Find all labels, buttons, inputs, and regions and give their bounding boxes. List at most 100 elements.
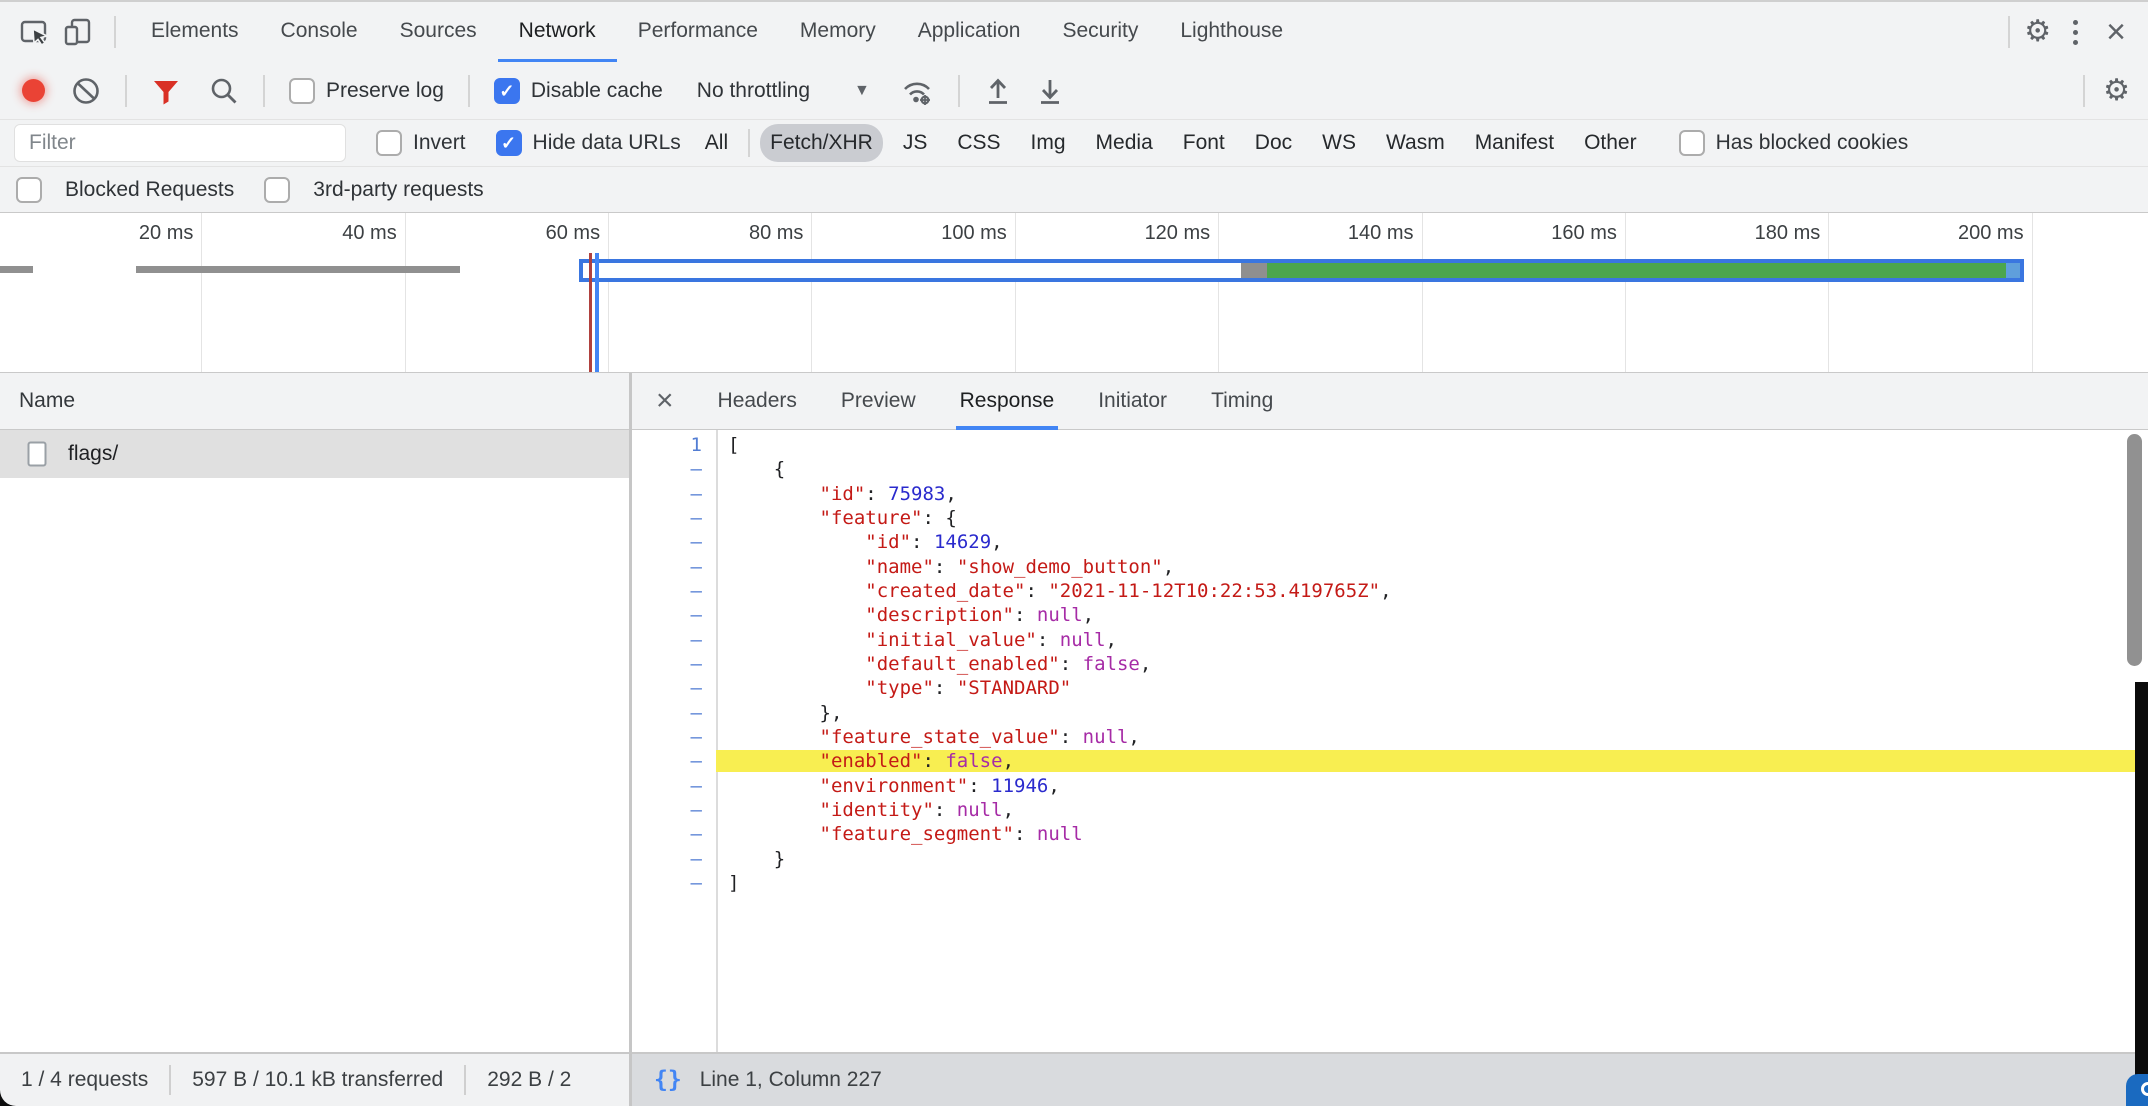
resource-type-filters: All Fetch/XHR JSCSS Img Media Font Doc WS Wasm Ma… bbox=[695, 124, 1647, 162]
has-blocked-cookies-label: Has blocked cookies bbox=[1716, 131, 1909, 155]
dom-content-loaded-line bbox=[595, 253, 599, 372]
code-text: "name": "show_demo_button", bbox=[716, 556, 2148, 578]
devtools-window: ElementsConsoleSourcesNetworkPerformance… bbox=[0, 0, 2148, 1106]
details-tab-bar: × Headers Preview Response Initiator Timing bbox=[632, 373, 2148, 430]
main-tab-elements[interactable]: Elements bbox=[130, 1, 260, 63]
close-devtools-icon[interactable]: × bbox=[2100, 15, 2132, 49]
load-event-line bbox=[589, 253, 592, 372]
resource-type-doc[interactable]: Doc bbox=[1245, 124, 1302, 162]
throttling-select[interactable]: No throttling bbox=[697, 79, 810, 103]
invert-checkbox[interactable] bbox=[376, 130, 402, 156]
code-text: }, bbox=[716, 702, 2148, 724]
disable-cache-checkbox[interactable] bbox=[494, 78, 520, 104]
hide-data-urls-checkbox[interactable] bbox=[496, 130, 522, 156]
third-party-checkbox[interactable] bbox=[264, 177, 290, 203]
line-number: – bbox=[632, 823, 716, 845]
details-tab-initiator[interactable]: Initiator bbox=[1094, 373, 1171, 430]
more-options-icon[interactable] bbox=[2065, 16, 2086, 49]
response-line: – "feature_state_value": null, bbox=[632, 725, 2148, 749]
requests-summary-bar: 1 / 4 requests597 B / 10.1 kB transferre… bbox=[0, 1052, 629, 1106]
blocked-requests-label: Blocked Requests bbox=[65, 178, 234, 202]
toolbar-divider bbox=[2083, 75, 2085, 107]
device-toolbar-icon[interactable] bbox=[64, 16, 96, 48]
response-line: 1[ bbox=[632, 433, 2148, 457]
preserve-log-checkbox[interactable] bbox=[289, 78, 315, 104]
cursor-position-label: Line 1, Column 227 bbox=[700, 1068, 882, 1092]
record-network-log-button[interactable] bbox=[22, 79, 45, 102]
details-tab-timing[interactable]: Timing bbox=[1207, 373, 1277, 430]
clear-network-log-icon[interactable] bbox=[71, 76, 101, 106]
request-phase-waiting bbox=[583, 263, 1242, 278]
resource-type-wasm[interactable]: Wasm bbox=[1376, 124, 1455, 162]
request-options-row: Blocked Requests 3rd-party requests bbox=[0, 167, 2148, 213]
main-tab-memory[interactable]: Memory bbox=[779, 1, 897, 63]
response-line: –] bbox=[632, 871, 2148, 895]
response-line: – "name": "show_demo_button", bbox=[632, 555, 2148, 579]
overview-timeline[interactable]: 20 ms40 ms60 ms80 ms100 ms120 ms140 ms16… bbox=[0, 213, 2148, 373]
resource-type-fetch-xhr[interactable]: Fetch/XHR bbox=[760, 124, 883, 162]
response-line: – "initial_value": null, bbox=[632, 628, 2148, 652]
resource-type-img[interactable]: Img bbox=[1021, 124, 1076, 162]
details-tab-response[interactable]: Response bbox=[956, 373, 1059, 430]
vertical-scrollbar[interactable] bbox=[2127, 434, 2142, 666]
tabbar-right-controls: ⚙ × bbox=[2008, 15, 2148, 49]
requests-table: Name flags/ bbox=[0, 373, 629, 1052]
main-tab-sources[interactable]: Sources bbox=[379, 1, 498, 63]
network-settings-gear-icon[interactable]: ⚙ bbox=[2103, 76, 2130, 106]
code-text: "environment": 11946, bbox=[716, 775, 2148, 797]
chevron-down-icon[interactable]: ▼ bbox=[854, 82, 870, 100]
timeline-tick-label: 200 ms bbox=[1958, 222, 2024, 245]
code-text: "identity": null, bbox=[716, 799, 2148, 821]
resource-type-all[interactable]: All bbox=[695, 124, 738, 162]
main-tab-network[interactable]: Network bbox=[498, 1, 617, 63]
export-har-icon[interactable] bbox=[1036, 76, 1064, 106]
name-header-label: Name bbox=[19, 389, 75, 413]
line-number: – bbox=[632, 872, 716, 894]
search-icon[interactable] bbox=[209, 76, 239, 106]
line-number: – bbox=[632, 702, 716, 724]
import-har-icon[interactable] bbox=[984, 76, 1012, 106]
response-line: – "id": 14629, bbox=[632, 530, 2148, 554]
request-name: flags/ bbox=[68, 442, 118, 466]
has-blocked-cookies-checkbox[interactable] bbox=[1679, 130, 1705, 156]
resource-type-css[interactable]: CSS bbox=[947, 124, 1010, 162]
resource-type-media[interactable]: Media bbox=[1086, 124, 1163, 162]
resource-type-ws[interactable]: WS bbox=[1312, 124, 1366, 162]
name-column-header[interactable]: Name bbox=[0, 373, 629, 430]
resource-type-js[interactable]: JS bbox=[893, 124, 938, 162]
inspect-element-icon[interactable] bbox=[18, 16, 50, 48]
request-bar-selected[interactable] bbox=[579, 259, 2025, 282]
resource-type-manifest[interactable]: Manifest bbox=[1465, 124, 1564, 162]
main-tab-console[interactable]: Console bbox=[260, 1, 379, 63]
settings-gear-icon[interactable]: ⚙ bbox=[2024, 17, 2051, 47]
filter-input[interactable] bbox=[14, 124, 346, 162]
network-conditions-icon[interactable] bbox=[900, 75, 934, 107]
main-tab-security[interactable]: Security bbox=[1041, 1, 1159, 63]
main-tab-performance[interactable]: Performance bbox=[617, 1, 779, 63]
line-number: – bbox=[632, 750, 716, 772]
resource-type-font[interactable]: Font bbox=[1173, 124, 1235, 162]
timeline-tick-label: 60 ms bbox=[546, 222, 600, 245]
blocked-requests-checkbox[interactable] bbox=[16, 177, 42, 203]
line-number: – bbox=[632, 677, 716, 699]
main-tab-application[interactable]: Application bbox=[897, 1, 1042, 63]
request-row-flags[interactable]: flags/ bbox=[0, 430, 629, 478]
document-icon bbox=[26, 440, 48, 468]
code-text: "id": 14629, bbox=[716, 531, 2148, 553]
request-bar-other bbox=[0, 266, 33, 273]
response-line: – } bbox=[632, 847, 2148, 871]
third-party-label: 3rd-party requests bbox=[313, 178, 483, 202]
response-line: – "feature": { bbox=[632, 506, 2148, 530]
line-number: 1 bbox=[632, 434, 716, 456]
filter-funnel-icon[interactable] bbox=[151, 76, 181, 106]
resource-type-other[interactable]: Other bbox=[1574, 124, 1647, 162]
toolbar-divider bbox=[125, 75, 127, 107]
details-tab-headers[interactable]: Headers bbox=[714, 373, 801, 430]
code-text: [ bbox=[716, 434, 2148, 456]
details-pane: × HeadersPreviewResponseInitiatorTiming … bbox=[632, 373, 2148, 1052]
close-details-icon[interactable]: × bbox=[644, 384, 686, 418]
main-tab-lighthouse[interactable]: Lighthouse bbox=[1159, 1, 1304, 63]
response-line: – "default_enabled": false, bbox=[632, 652, 2148, 676]
details-tab-preview[interactable]: Preview bbox=[837, 373, 920, 430]
pretty-print-icon[interactable]: {} bbox=[654, 1067, 682, 1093]
